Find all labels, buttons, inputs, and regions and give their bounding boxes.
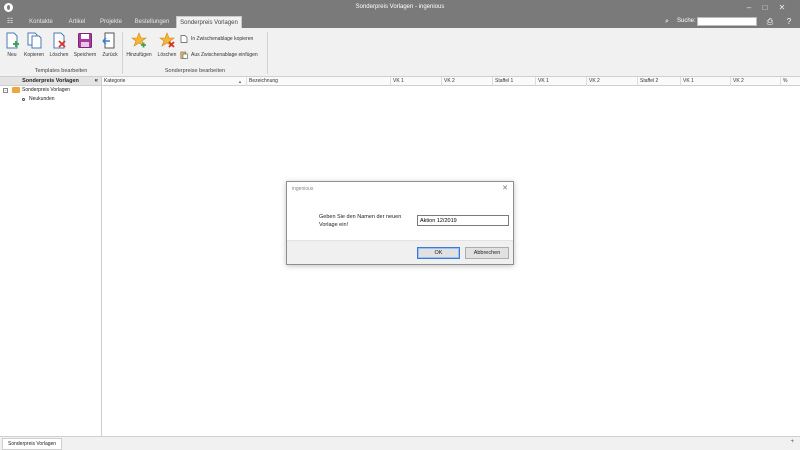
tab-kontakte[interactable]: Kontakte: [22, 16, 60, 28]
star-delete-icon: [159, 32, 175, 48]
maximize-icon[interactable]: □: [758, 2, 772, 13]
left-panel: Sonderpreis Vorlagen « − Sonderpreis Vor…: [0, 77, 102, 436]
clipboard-copy-icon: [180, 35, 188, 43]
save-button[interactable]: Speichern: [72, 30, 98, 64]
star-add-icon: [131, 32, 147, 48]
dialog-footer: OK Abbrechen: [287, 240, 513, 264]
save-icon: [78, 33, 92, 48]
folder-icon: [12, 87, 20, 93]
delete-specialprice-button[interactable]: Löschen: [155, 30, 179, 64]
tab-sonderpreis-vorlagen[interactable]: Sonderpreis Vorlagen: [176, 16, 242, 28]
col-vk2[interactable]: VK 2: [442, 77, 493, 86]
delete-template-button[interactable]: Löschen: [47, 30, 71, 64]
name-dialog: ingenious ✕ Geben Sie den Namen der neue…: [286, 181, 514, 265]
left-panel-title: Sonderpreis Vorlagen: [22, 78, 79, 84]
close-icon[interactable]: ✕: [775, 2, 789, 13]
search-input[interactable]: [697, 17, 757, 26]
col-bezeichnung[interactable]: Bezeichnung: [247, 77, 391, 86]
delete-document-icon: [53, 32, 66, 49]
tree-item-neukunden[interactable]: Neukunden: [0, 95, 101, 104]
tree-bullet-icon: [22, 98, 25, 101]
dialog-prompt: Geben Sie den Namen der neuen Vorlage ei…: [319, 214, 402, 228]
main-tab-bar: ☷ Kontakte Artikel Projekte Bestellungen…: [0, 15, 800, 28]
col-kategorie[interactable]: Kategorie ▲: [102, 77, 247, 86]
tab-projekte[interactable]: Projekte: [94, 16, 128, 28]
left-panel-header: Sonderpreis Vorlagen «: [0, 77, 101, 86]
app-menu-icon[interactable]: ☷: [5, 17, 15, 26]
col-vk2-staffel1[interactable]: VK 2: [587, 77, 638, 86]
search-icon: ⌕: [665, 18, 669, 25]
col-vk1[interactable]: VK 1: [391, 77, 442, 86]
tab-bestellungen[interactable]: Bestellungen: [128, 16, 176, 28]
template-name-input[interactable]: [417, 215, 509, 226]
cancel-button[interactable]: Abbrechen: [465, 247, 509, 259]
col-vk1-staffel2[interactable]: VK 1: [681, 77, 731, 86]
specialprices-group-label: Sonderpreise bearbeiten: [164, 68, 226, 74]
help-icon[interactable]: ?: [784, 17, 794, 27]
collapse-panel-icon[interactable]: «: [95, 77, 98, 86]
window-title: Sonderpreis Vorlagen - ingenious: [355, 4, 445, 10]
tree-item-label: Neukunden: [29, 96, 55, 102]
new-document-icon: [6, 32, 19, 49]
sort-ascending-icon: ▲: [238, 79, 242, 84]
ribbon-separator: [267, 32, 268, 74]
templates-group-label: Templates bearbeiten: [34, 68, 88, 74]
dialog-close-icon[interactable]: ✕: [502, 184, 508, 192]
tree-root-label: Sonderpreis Vorlagen: [22, 87, 71, 93]
ribbon: Neu Kopieren Löschen Speichern Zurück Te…: [0, 28, 800, 77]
copy-button[interactable]: Kopieren: [22, 30, 46, 64]
col-vk2-staffel2[interactable]: VK 2: [731, 77, 781, 86]
add-specialprice-button[interactable]: Hinzufügen: [125, 30, 153, 64]
print-icon[interactable]: ⎙: [765, 17, 775, 27]
col-staffel1[interactable]: Staffel 1: [493, 77, 536, 86]
clipboard-paste-icon: [180, 51, 188, 59]
dialog-title: ingenious: [292, 186, 314, 192]
search-label: Suche:: [677, 18, 696, 24]
tree-root[interactable]: − Sonderpreis Vorlagen: [0, 86, 101, 95]
tab-artikel[interactable]: Artikel: [60, 16, 94, 28]
add-tab-icon[interactable]: +: [790, 439, 794, 445]
grid-header: Kategorie ▲ Bezeichnung VK 1 VK 2 Staffel…: [102, 77, 800, 86]
col-staffel2[interactable]: Staffel 2: [638, 77, 681, 86]
paste-from-clipboard-button[interactable]: Aus Zwischenablage einfügen: [180, 50, 258, 60]
copy-to-clipboard-button[interactable]: In Zwischenablage kopieren: [180, 34, 253, 44]
status-bar: Sonderpreis Vorlagen +: [0, 436, 800, 450]
copy-icon: [27, 32, 42, 49]
col-percent[interactable]: %: [781, 77, 800, 86]
status-tab[interactable]: Sonderpreis Vorlagen: [2, 438, 63, 450]
title-bar: Sonderpreis Vorlagen - ingenious – □ ✕: [0, 0, 800, 15]
col-vk1-staffel1[interactable]: VK 1: [536, 77, 587, 86]
minimize-icon[interactable]: –: [742, 2, 756, 13]
ribbon-separator: [122, 32, 123, 74]
ok-button[interactable]: OK: [417, 247, 460, 259]
new-button[interactable]: Neu: [3, 30, 21, 64]
back-door-icon: [102, 32, 115, 49]
back-button[interactable]: Zurück: [99, 30, 121, 64]
tree-expand-icon[interactable]: −: [3, 88, 8, 93]
